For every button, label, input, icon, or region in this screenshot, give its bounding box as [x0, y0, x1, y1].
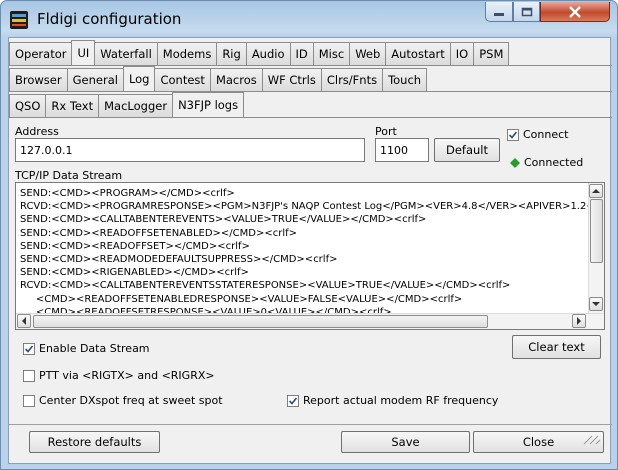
ui-sub-tab-bar: Browser General Log Contest Macros WF Ctrls Cl… [9, 66, 428, 91]
scroll-left-button[interactable] [17, 314, 31, 328]
connect-checkbox-box[interactable] [507, 128, 519, 141]
main-tab-modems[interactable]: Modems [156, 42, 218, 65]
report-rf-frequency-checkbox[interactable]: Report actual modem RF frequency [287, 394, 498, 407]
arrow-left-icon [22, 317, 26, 325]
minimize-button[interactable] [485, 2, 513, 22]
enable-data-stream-box[interactable] [23, 342, 35, 355]
main-tab-psm[interactable]: PSM [473, 42, 510, 65]
main-tab-misc[interactable]: Misc [312, 42, 351, 65]
ui-tab-clrs-fnts[interactable]: Clrs/Fnts [320, 68, 384, 91]
ptt-via-rig-checkbox[interactable]: PTT via <RIGTX> and <RIGRX> [23, 369, 215, 382]
stream-line: SEND:<CMD><READOFFSET></CMD><crlf> [20, 240, 250, 252]
save-button[interactable]: Save [341, 431, 470, 453]
center-dxspot-checkbox[interactable]: Center DXspot freq at sweet spot [23, 394, 223, 407]
main-tab-web[interactable]: Web [349, 42, 387, 65]
main-tab-io[interactable]: IO [449, 42, 475, 65]
ui-tab-general[interactable]: General [66, 68, 124, 91]
ui-tab-wf-ctrls[interactable]: WF Ctrls [261, 68, 322, 91]
scroll-down-button[interactable] [589, 297, 603, 311]
main-tab-ui[interactable]: UI [71, 40, 96, 65]
footer-separator [9, 424, 612, 425]
stream-line: SEND:<CMD><READOFFSETENABLED></CMD><crlf… [20, 227, 298, 239]
connect-label: Connect [523, 128, 569, 141]
stream-line: SEND:<CMD><READMODEDEFAULTSUPPRESS></CMD… [20, 254, 338, 266]
port-input[interactable]: 1100 [375, 138, 429, 162]
minimize-icon [494, 12, 504, 16]
address-input[interactable]: 127.0.0.1 [15, 138, 365, 162]
sub-tab-line [9, 91, 612, 92]
checkmark-icon [288, 396, 298, 405]
title-bar[interactable]: Fldigi configuration [1, 1, 617, 37]
enable-data-stream-checkbox[interactable]: Enable Data Stream [23, 342, 150, 355]
center-dxspot-label: Center DXspot freq at sweet spot [39, 394, 223, 407]
ptt-via-rig-box[interactable] [23, 369, 35, 382]
close-icon [569, 5, 581, 18]
port-label: Port [375, 125, 397, 138]
report-rf-frequency-label: Report actual modem RF frequency [303, 394, 499, 407]
log-tab-qso[interactable]: QSO [9, 94, 47, 117]
report-rf-frequency-box[interactable] [287, 394, 299, 407]
enable-data-stream-label: Enable Data Stream [39, 342, 150, 355]
main-tab-autostart[interactable]: Autostart [385, 42, 451, 65]
horizontal-scrollbar[interactable] [16, 313, 604, 329]
horizontal-scroll-thumb[interactable] [33, 315, 488, 328]
main-tab-rig[interactable]: Rig [216, 42, 247, 65]
arrow-up-icon [592, 189, 600, 193]
main-tab-waterfall[interactable]: Waterfall [94, 42, 158, 65]
vertical-scrollbar[interactable] [588, 183, 604, 313]
checkmark-icon [24, 344, 34, 353]
scroll-right-button[interactable] [572, 314, 586, 328]
connect-checkbox[interactable]: Connect [507, 128, 568, 141]
maximize-icon [521, 7, 532, 16]
log-tab-bar: QSO Rx Text MacLogger N3FJP logs [9, 92, 245, 117]
connected-status-icon [510, 158, 520, 168]
clear-text-button[interactable]: Clear text [512, 335, 601, 359]
main-tab-bar: Operator UI Waterfall Modems Rig Audio ID Misc W… [9, 40, 510, 65]
main-tab-operator[interactable]: Operator [9, 42, 73, 65]
data-stream-textbox[interactable]: SEND:<CMD><PROGRAM></CMD><crlf> RCVD:<CMD… [15, 182, 605, 330]
restore-defaults-button[interactable]: Restore defaults [29, 431, 160, 453]
data-stream-text: SEND:<CMD><PROGRAM></CMD><crlf> RCVD:<CMD… [20, 187, 590, 319]
main-tab-audio[interactable]: Audio [245, 42, 291, 65]
config-window: Fldigi configuration Operator UI Waterfall… [0, 0, 618, 470]
ui-tab-log[interactable]: Log [122, 66, 156, 91]
checkmark-icon [508, 130, 518, 139]
client-area: Operator UI Waterfall Modems Rig Audio ID Misc W… [8, 37, 612, 464]
resize-grip-icon[interactable] [580, 435, 602, 445]
ui-tab-browser[interactable]: Browser [9, 68, 68, 91]
window-title: Fldigi configuration [37, 10, 182, 28]
ui-tab-touch[interactable]: Touch [382, 68, 428, 91]
ui-tab-contest[interactable]: Contest [154, 68, 211, 91]
ui-tab-macros[interactable]: Macros [209, 68, 263, 91]
log-tab-n3fjp-logs[interactable]: N3FJP logs [172, 92, 245, 117]
fldigi-app-icon [10, 11, 28, 29]
stream-line: SEND:<CMD><CALLTABENTEREVENTS><VALUE>TRU… [20, 214, 427, 226]
stream-line: RCVD:<CMD><PROGRAMRESPONSE><PGM>N3FJP's … [20, 201, 590, 213]
scroll-up-button[interactable] [589, 184, 603, 198]
log-tab-maclogger[interactable]: MacLogger [98, 94, 174, 117]
stream-line: <CMD><READOFFSETENABLEDRESPONSE><VALUE>F… [20, 293, 463, 305]
log-tab-line [9, 117, 612, 118]
arrow-down-icon [592, 302, 600, 306]
arrow-right-icon [577, 317, 581, 325]
stream-line: SEND:<CMD><PROGRAM></CMD><crlf> [20, 188, 235, 199]
center-dxspot-box[interactable] [23, 394, 35, 407]
ptt-via-rig-label: PTT via <RIGTX> and <RIGRX> [39, 369, 215, 382]
address-label: Address [15, 125, 59, 138]
main-tab-line [9, 65, 612, 66]
maximize-button[interactable] [513, 2, 540, 22]
close-window-button[interactable] [540, 2, 610, 22]
main-tab-id[interactable]: ID [289, 42, 314, 65]
connected-status-label: Connected [524, 156, 584, 169]
default-button[interactable]: Default [434, 138, 500, 162]
log-tab-rx-text[interactable]: Rx Text [45, 94, 100, 117]
vertical-scroll-thumb[interactable] [590, 199, 603, 263]
stream-line: RCVD:<CMD><CALLTABENTEREVENTSSTATERESPON… [20, 280, 511, 292]
stream-line: SEND:<CMD><RIGENABLED></CMD><crlf> [20, 267, 249, 279]
stream-label: TCP/IP Data Stream [15, 169, 123, 182]
